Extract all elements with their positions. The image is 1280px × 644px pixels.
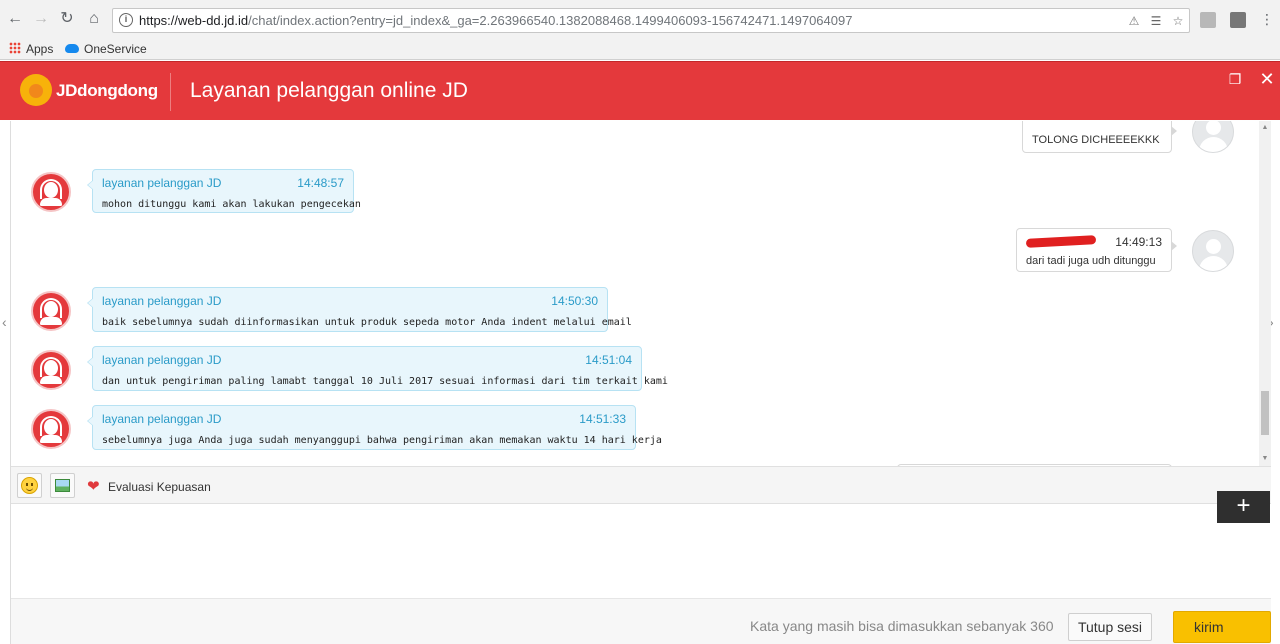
agent-avatar	[31, 409, 71, 449]
site-info-icon[interactable]: i	[119, 13, 133, 27]
bookmark-oneservice[interactable]: OneService	[65, 40, 147, 58]
user-message: TOLONG DICHEEEEKKK	[1022, 121, 1177, 153]
page-title: Layanan pelanggan online JD	[190, 79, 468, 102]
scroll-down-icon[interactable]: ▼	[1260, 454, 1270, 464]
jd-logo-text: JDdongdong	[56, 81, 158, 100]
agent-message: layanan pelanggan JD 14:51:33 sebelumnya …	[87, 405, 662, 450]
address-bar[interactable]: i https://web-dd.jd.id/chat/index.action…	[112, 8, 1190, 33]
blocked-content-icon[interactable]: ⚠	[1127, 14, 1141, 28]
message-list[interactable]: TOLONG DICHEEEEKKK layanan pelanggan JD 1…	[11, 121, 1259, 466]
heart-icon[interactable]: ❤	[87, 479, 100, 494]
send-button[interactable]: kirim	[1173, 611, 1271, 643]
bookmark-oneservice-label: OneService	[84, 42, 147, 56]
home-icon[interactable]: ⌂	[85, 10, 103, 28]
extension-icon[interactable]	[1200, 12, 1216, 28]
url-host: https://web-dd.jd.id	[139, 13, 249, 28]
sender-name: layanan pelanggan JD	[102, 176, 222, 190]
bookmark-star-icon[interactable]: ☆	[1171, 14, 1185, 28]
agent-message: layanan pelanggan JD 14:51:04 dan untuk p…	[87, 346, 668, 391]
message-time: 14:48:57	[297, 176, 344, 190]
message-text: TOLONG DICHEEEEKKK	[1032, 134, 1160, 146]
back-arrow-icon[interactable]: ←	[6, 10, 24, 28]
bookmark-apps[interactable]: Apps	[9, 40, 53, 58]
evaluation-link[interactable]: Evaluasi Kepuasan	[108, 480, 211, 494]
message-time: 14:51:04	[585, 353, 632, 367]
message-text: baik sebelumnya sudah diinformasikan unt…	[102, 317, 632, 328]
reload-icon[interactable]: ↻	[58, 10, 76, 28]
image-button[interactable]	[50, 473, 75, 498]
bookmark-apps-label: Apps	[26, 42, 54, 56]
message-text: mohon ditunggu kami akan lakukan pengece…	[102, 199, 361, 210]
agent-message: layanan pelanggan JD 14:50:30 baik sebelu…	[87, 287, 632, 332]
close-session-button[interactable]: Tutup sesi	[1068, 613, 1152, 641]
agent-avatar	[31, 291, 71, 331]
redacted-username	[1025, 235, 1097, 248]
url-text: https://web-dd.jd.id/chat/index.action?e…	[139, 13, 852, 28]
cloud-icon	[65, 44, 79, 53]
message-text: dan untuk pengiriman paling lamabt tangg…	[102, 376, 668, 387]
user-avatar	[1192, 230, 1234, 272]
sender-name: layanan pelanggan JD	[102, 294, 222, 308]
emoji-button[interactable]	[17, 473, 42, 498]
image-icon	[55, 479, 70, 492]
url-path: /chat/index.action?entry=jd_index&_ga=2.…	[248, 13, 853, 28]
char-counter: Kata yang masih bisa dimasukkan sebanyak…	[750, 618, 1054, 634]
chat-window: TOLONG DICHEEEEKKK layanan pelanggan JD 1…	[10, 121, 1271, 644]
header-divider	[170, 73, 171, 111]
scroll-up-icon[interactable]: ▲	[1260, 123, 1270, 133]
bookmarks-bar: Apps OneService	[0, 38, 1280, 60]
message-time: 14:51:33	[579, 412, 626, 426]
apps-grid-icon	[9, 42, 21, 54]
message-text: dari tadi juga udh ditunggu	[1026, 255, 1156, 267]
restore-window-icon[interactable]: ❐	[1226, 70, 1244, 88]
agent-avatar	[31, 172, 71, 212]
chat-toolbar: ❤ Evaluasi Kepuasan	[11, 466, 1271, 504]
message-text: sebelumnya juga Anda juga sudah menyangg…	[102, 435, 662, 446]
forward-arrow-icon[interactable]: →	[32, 10, 50, 28]
sender-name: layanan pelanggan JD	[102, 412, 222, 426]
message-input[interactable]	[11, 505, 1271, 599]
close-window-icon[interactable]: ✕	[1258, 70, 1276, 88]
scroll-thumb[interactable]	[1261, 391, 1269, 435]
menu-dots-icon[interactable]: ⋮	[1258, 10, 1276, 28]
smiley-icon	[21, 477, 38, 494]
chat-header: JDdongdong Layanan pelanggan online JD ❐…	[0, 61, 1280, 120]
chat-footer: Kata yang masih bisa dimasukkan sebanyak…	[11, 599, 1271, 644]
message-time: 14:50:30	[551, 294, 598, 308]
extension-icon-2[interactable]	[1230, 12, 1246, 28]
agent-avatar	[31, 350, 71, 390]
jd-logo-icon	[20, 74, 52, 106]
plus-icon[interactable]: +	[1217, 491, 1270, 523]
user-message: 14:49:13 dari tadi juga udh ditunggu	[1016, 228, 1177, 272]
translate-icon[interactable]: ☰	[1149, 14, 1163, 28]
browser-toolbar: ← → ↻ ⌂ i https://web-dd.jd.id/chat/inde…	[0, 0, 1280, 38]
agent-message: layanan pelanggan JD 14:48:57 mohon ditun…	[87, 169, 361, 213]
chat-scrollbar[interactable]: ▲ ▼	[1259, 121, 1271, 466]
message-time: 14:49:13	[1115, 235, 1162, 249]
user-avatar	[1192, 121, 1234, 153]
sender-name: layanan pelanggan JD	[102, 353, 222, 367]
